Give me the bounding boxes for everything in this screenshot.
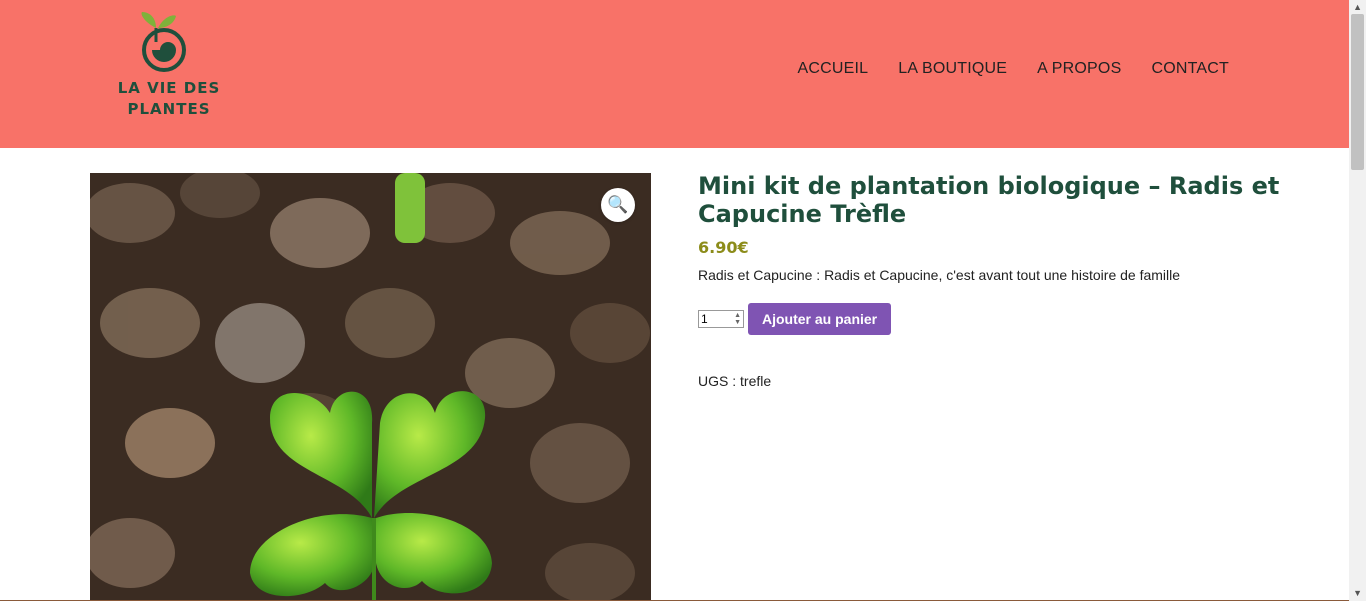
site-header: LA VIE DES PLANTES ACCUEIL LA BOUTIQUE A… xyxy=(0,0,1349,148)
nav-a-propos[interactable]: A PROPOS xyxy=(1037,60,1121,78)
nav-contact[interactable]: CONTACT xyxy=(1151,60,1229,78)
product-sku: UGS : trefle xyxy=(698,373,1298,389)
site-logo[interactable]: LA VIE DES PLANTES xyxy=(110,10,230,128)
nav-accueil[interactable]: ACCUEIL xyxy=(797,60,868,78)
product-image[interactable]: 🔍 xyxy=(90,173,651,601)
brand-name: LA VIE DES PLANTES xyxy=(110,78,228,120)
scroll-down-icon[interactable]: ▼ xyxy=(1353,588,1362,598)
zoom-magnifier-icon[interactable]: 🔍 xyxy=(601,188,635,222)
scrollbar-thumb[interactable] xyxy=(1351,14,1364,170)
quantity-stepper[interactable]: 1 ▲ ▼ xyxy=(698,310,744,328)
sku-label: UGS : xyxy=(698,373,737,389)
main-navigation: ACCUEIL LA BOUTIQUE A PROPOS CONTACT xyxy=(767,60,1229,78)
product-title: Mini kit de plantation biologique – Radi… xyxy=(698,172,1280,228)
brand-line-1: LA VIE DES xyxy=(117,79,221,97)
stepper-arrows-icon[interactable]: ▲ ▼ xyxy=(734,312,741,326)
product-price: 6.90€ xyxy=(698,238,749,257)
nav-la-boutique[interactable]: LA BOUTIQUE xyxy=(898,60,1007,78)
quantity-value: 1 xyxy=(701,312,708,326)
add-to-cart-button[interactable]: Ajouter au panier xyxy=(748,303,892,335)
clover-photo xyxy=(90,173,651,601)
product-summary: Mini kit de plantation biologique – Radi… xyxy=(698,172,1298,389)
sprout-logo-icon xyxy=(141,12,186,72)
brand-line-2: PLANTES xyxy=(127,100,211,118)
product-short-description: Radis et Capucine : Radis et Capucine, c… xyxy=(698,267,1181,283)
sku-value: trefle xyxy=(740,373,772,389)
scroll-up-icon[interactable]: ▲ xyxy=(1353,2,1362,12)
add-to-cart-form: 1 ▲ ▼ Ajouter au panier xyxy=(698,303,1298,335)
page-scrollbar[interactable]: ▲ ▼ xyxy=(1349,0,1366,601)
